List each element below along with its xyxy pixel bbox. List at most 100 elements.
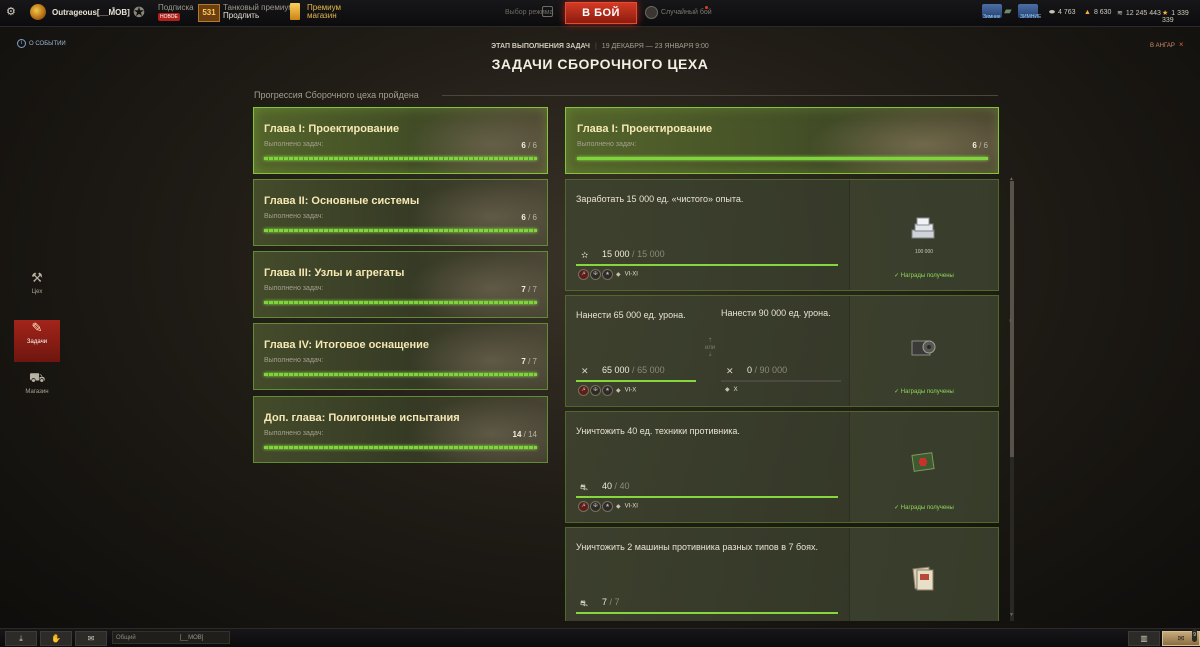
top-bar: ⚙ Outrageous[__MOB] ⚭ ✪ Подписка НОВОЕ 5… — [0, 0, 1200, 27]
premium-shop-button[interactable]: Премиум магазин — [307, 4, 341, 20]
subscription-star-icon[interactable]: ✪ — [131, 4, 147, 20]
chapter-count: 7 / 7 — [521, 357, 537, 366]
task-progress: 65 000 / 65 000 — [602, 365, 665, 375]
bonds-balance[interactable]: ⬬ 4 763 — [1049, 9, 1076, 17]
chapter-card-1[interactable]: Глава I: Проектирование Выполнено задач:… — [253, 107, 548, 174]
reward-area[interactable] — [849, 528, 998, 621]
settings-gear-icon[interactable]: ⚙ — [6, 7, 16, 18]
tasks-icon: ✎ — [31, 320, 43, 335]
tier-range: VI-XI — [624, 271, 638, 278]
progress-complete-label: Прогрессия Сборочного цеха пройдена — [254, 90, 419, 100]
equipment-icon — [911, 340, 936, 356]
chapter-count: 7 / 7 — [521, 285, 537, 294]
workshop-icon: ⚒ — [31, 270, 43, 285]
task-description: Уничтожить 40 ед. техники противника. — [576, 426, 740, 436]
reward-area[interactable]: 100 000 ✓ Награды получены — [849, 180, 998, 290]
chapter-title: Глава IV: Итоговое оснащение — [264, 339, 429, 351]
sidebar-item-workshop[interactable]: ⚒ Цех — [14, 270, 60, 312]
bonds-value: 4 763 — [1057, 9, 1076, 16]
subscription-button[interactable]: Подписка НОВОЕ — [158, 4, 194, 21]
reward-area[interactable]: ✓ Награды получены — [849, 296, 998, 406]
chapter-art-blueprints — [808, 108, 998, 173]
first-aid-kit-icon — [911, 452, 935, 472]
tier-range: X — [733, 387, 738, 393]
service-channel-icon[interactable]: ▥ — [1128, 631, 1160, 646]
chapter-title: Глава II: Основные системы — [264, 195, 420, 207]
premium-button[interactable]: Танковый премиум Продлить — [223, 4, 294, 20]
task-progress-bar — [576, 496, 838, 498]
nation-germany-icon: ✠ — [590, 269, 601, 280]
task-card-1: Заработать 15 000 ед. «чистого» опыта. ✫… — [565, 179, 999, 291]
clan-link-icon[interactable]: ⚭ — [111, 5, 116, 12]
winter-vehicle-label: Зимние — [983, 14, 1001, 20]
scroll-up-icon[interactable]: ▲ — [1009, 176, 1014, 182]
free-xp-balance[interactable]: ★ 1 339 339 — [1162, 9, 1200, 24]
chapter-card-3[interactable]: Глава III: Узлы и агрегаты Выполнено зад… — [253, 251, 548, 318]
stage-label: ЭТАП ВЫПОЛНЕНИЯ ЗАДАЧ — [491, 43, 590, 50]
chapter-card-5[interactable]: Доп. глава: Полигонные испытания Выполне… — [253, 396, 548, 463]
random-battle-icon[interactable] — [645, 6, 658, 19]
tier-range: VI-X — [624, 387, 637, 394]
battle-button[interactable]: В БОЙ — [565, 2, 637, 24]
vehicle-class-icon: ◆ — [616, 271, 621, 278]
selected-chapter-progress-bar — [577, 157, 988, 160]
premium-shop-icon[interactable] — [290, 3, 300, 20]
task-progress-alt: 0 / 90 000 — [747, 365, 788, 375]
task-description: Уничтожить 2 машины противника разных ти… — [576, 542, 819, 552]
credits-balance[interactable]: ≋ 12 245 443 — [1117, 9, 1161, 17]
sidebar-item-shop[interactable]: ⛟ Магазин — [14, 370, 60, 412]
rewards-received-status: ✓ Награды получены — [894, 273, 954, 279]
subscription-label: Подписка — [158, 3, 194, 12]
sidebar-item-label: Задачи — [26, 339, 48, 345]
platoon-icon[interactable]: ✋ — [40, 631, 72, 646]
nation-ussr-icon: ☭ — [578, 385, 589, 396]
chat-channel-button[interactable]: Общий [__MOB] — [112, 631, 230, 644]
free-xp-icon: ★ — [1162, 10, 1169, 17]
task-conditions: ☭ ✠ ★ ◆ VI-X — [578, 385, 637, 396]
chapter-card-2[interactable]: Глава II: Основные системы Выполнено зад… — [253, 179, 548, 246]
premium-days-counter[interactable]: 531 — [198, 4, 220, 22]
rewards-received-status: ✓ Награды получены — [894, 389, 954, 395]
tier-range: VI-XI — [624, 503, 638, 510]
task-conditions-alt: ◆ X — [723, 385, 738, 395]
chapter-title: Глава I: Проектирование — [264, 123, 400, 135]
tank-silhouette-icon[interactable]: ▰ — [1004, 6, 1016, 17]
random-battle-label[interactable]: Случайный бой — [661, 9, 712, 16]
notification-dot — [705, 6, 708, 9]
gold-icon: ▲ — [1084, 9, 1091, 16]
gold-balance[interactable]: ▲ 8 630 — [1084, 9, 1111, 16]
task-progress: 7 / 7 — [602, 597, 620, 607]
nation-ussr-icon: ☭ — [578, 501, 589, 512]
chapter-card-4[interactable]: Глава IV: Итоговое оснащение Выполнено з… — [253, 323, 548, 390]
task-card-2: Нанести 65 000 ед. урона. Нанести 90 000… — [565, 295, 999, 407]
destroyed-tank-icon: ⛐ — [580, 598, 588, 608]
chat-user-label: [__MOB] — [179, 635, 204, 641]
battle-mode-icon[interactable] — [542, 6, 553, 17]
download-icon[interactable]: ⤓ — [5, 631, 37, 646]
scroll-grip-icon: ≡ — [1009, 318, 1012, 324]
task-description-alt: Нанести 90 000 ед. урона. — [721, 308, 831, 318]
task-progress: 40 / 40 — [602, 481, 630, 491]
bond-icon: ⬬ — [1049, 9, 1055, 16]
vehicle-class-icon: ◆ — [725, 387, 730, 393]
notifications-button[interactable]: ✉ 9 — [1162, 629, 1200, 646]
player-name[interactable]: Outrageous[__MOB] — [52, 8, 130, 17]
premium-extend-label: Продлить — [223, 11, 260, 20]
page-title: ЗАДАЧИ СБОРОЧНОГО ЦЕХА — [491, 56, 709, 72]
sidebar-item-tasks[interactable]: ✎ Задачи — [14, 320, 60, 362]
chapter-tasks-label: Выполнено задач: — [264, 357, 324, 364]
nation-usa-icon: ★ — [602, 501, 613, 512]
task-list[interactable]: Заработать 15 000 ед. «чистого» опыта. ✫… — [565, 179, 999, 621]
chat-channel-label: Общий — [116, 635, 136, 641]
side-navigation: ⚒ Цех ✎ Задачи ⛟ Магазин — [14, 262, 60, 414]
vehicle-class-icon: ◆ — [616, 387, 621, 394]
nation-usa-icon: ★ — [602, 385, 613, 396]
chat-icon[interactable]: ✉ — [75, 631, 107, 646]
scroll-down-icon[interactable]: ▼ — [1009, 612, 1014, 618]
chapter-title: Доп. глава: Полигонные испытания — [264, 412, 460, 424]
sidebar-item-label: Магазин — [25, 389, 49, 395]
reward-area[interactable]: ✓ Награды получены — [849, 412, 998, 522]
task-progress-bar — [576, 612, 838, 614]
player-badge-avatar[interactable] — [30, 4, 46, 20]
chapter-tasks-label: Выполнено задач: — [264, 430, 324, 437]
